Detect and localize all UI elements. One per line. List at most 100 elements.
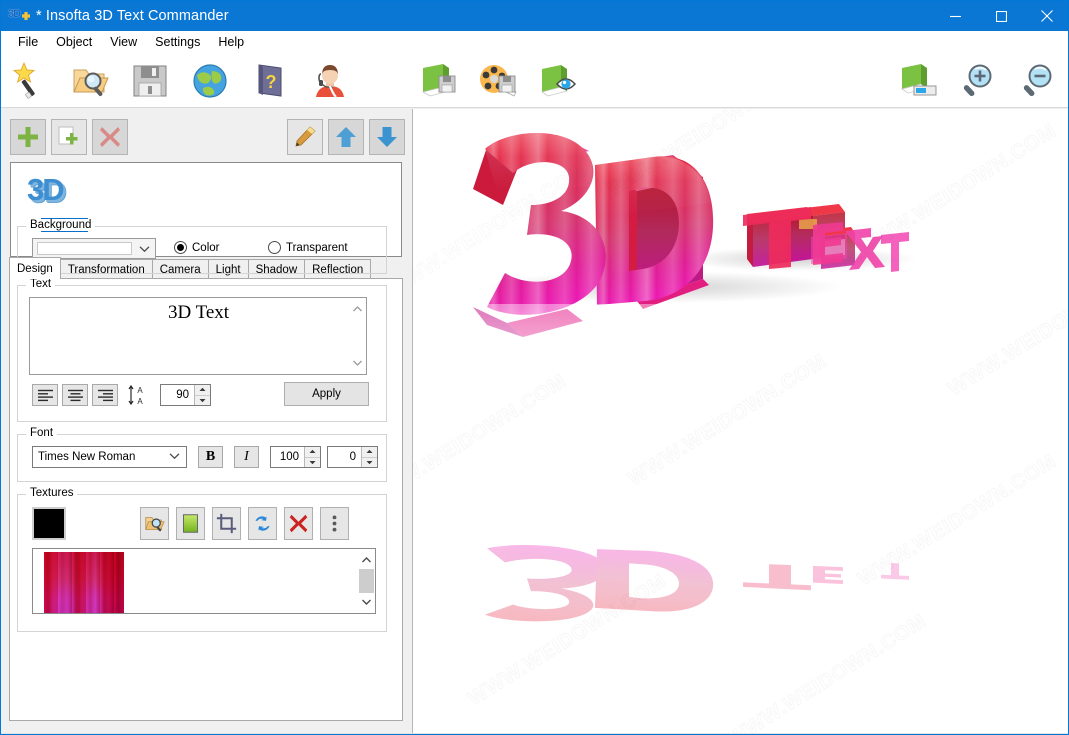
window-title: * Insofta 3D Text Commander bbox=[36, 8, 229, 24]
zoom-in-button[interactable] bbox=[955, 58, 1001, 103]
svg-text:A: A bbox=[137, 397, 143, 406]
edit-object-button[interactable] bbox=[287, 119, 323, 155]
gradient-texture-button[interactable] bbox=[176, 507, 205, 540]
object-toolbar bbox=[10, 119, 402, 157]
save-image-button[interactable] bbox=[415, 58, 461, 103]
italic-button[interactable]: I bbox=[234, 446, 259, 468]
svg-text:A: A bbox=[137, 386, 143, 395]
scroll-down-icon[interactable] bbox=[361, 593, 372, 611]
export-progress-icon bbox=[897, 60, 939, 102]
scroll-up-icon[interactable] bbox=[352, 300, 363, 318]
new-wizard-button[interactable] bbox=[7, 58, 53, 103]
line-spacing-stepper[interactable]: 90 bbox=[160, 384, 211, 406]
background-color-radio[interactable]: Color bbox=[174, 241, 219, 254]
scrollbar-thumb[interactable] bbox=[359, 569, 374, 593]
duplicate-object-button[interactable] bbox=[51, 119, 87, 155]
menu-object[interactable]: Object bbox=[47, 32, 101, 52]
remove-texture-button[interactable] bbox=[284, 507, 313, 540]
save-image-icon bbox=[417, 60, 459, 102]
add-object-button[interactable] bbox=[10, 119, 46, 155]
bold-button[interactable]: B bbox=[198, 446, 223, 468]
floppy-disk-icon bbox=[130, 61, 170, 101]
radio-transparent-icon bbox=[268, 241, 281, 254]
background-transparent-radio[interactable]: Transparent bbox=[268, 241, 348, 254]
chevron-down-icon bbox=[169, 451, 180, 463]
save-project-button[interactable] bbox=[127, 58, 173, 103]
delete-object-button[interactable] bbox=[92, 119, 128, 155]
open-folder-search-icon bbox=[144, 513, 165, 534]
export-progress-button[interactable] bbox=[895, 58, 941, 103]
radio-color-icon bbox=[174, 241, 187, 254]
texture-color-swatch[interactable] bbox=[32, 507, 66, 540]
menu-settings[interactable]: Settings bbox=[146, 32, 209, 52]
menu-view[interactable]: View bbox=[101, 32, 146, 52]
font-spacing-up-icon[interactable] bbox=[362, 447, 377, 458]
open-folder-search-icon bbox=[70, 61, 110, 101]
font-group-title: Font bbox=[26, 427, 57, 439]
font-family-dropdown[interactable]: Times New Roman bbox=[32, 446, 187, 468]
preview-button[interactable] bbox=[535, 58, 581, 103]
help-book-icon: ? bbox=[250, 61, 290, 101]
background-color-dropdown[interactable] bbox=[32, 238, 156, 259]
apply-button[interactable]: Apply bbox=[284, 382, 369, 406]
texture-options-button[interactable] bbox=[320, 507, 349, 540]
text-scrollbar[interactable] bbox=[349, 297, 367, 375]
menu-help[interactable]: Help bbox=[209, 32, 253, 52]
magic-wand-icon bbox=[10, 61, 50, 101]
window-bottom-edge bbox=[1, 733, 1068, 734]
x-red-icon bbox=[288, 513, 309, 534]
plus-green-icon bbox=[16, 125, 40, 149]
object-thumbnail: 3D bbox=[27, 172, 63, 208]
web-button[interactable] bbox=[187, 58, 233, 103]
line-spacing-up-icon[interactable] bbox=[195, 385, 210, 396]
align-center-icon bbox=[67, 389, 84, 402]
font-size-up-icon[interactable] bbox=[305, 447, 320, 458]
font-family-value: Times New Roman bbox=[38, 451, 135, 463]
font-spacing-down-icon[interactable] bbox=[362, 458, 377, 468]
font-size-value: 100 bbox=[271, 451, 304, 463]
font-size-stepper[interactable]: 100 bbox=[270, 446, 321, 468]
font-spacing-stepper[interactable]: 0 bbox=[327, 446, 378, 468]
align-left-button[interactable] bbox=[32, 384, 58, 406]
help-button[interactable]: ? bbox=[247, 58, 293, 103]
left-panel: 3D 3D Text Design Transformation Camera … bbox=[1, 109, 411, 735]
maximize-button[interactable] bbox=[978, 1, 1024, 31]
minimize-button[interactable] bbox=[932, 1, 978, 31]
zoom-out-button[interactable] bbox=[1015, 58, 1061, 103]
text-input[interactable]: 3D Text bbox=[29, 297, 367, 375]
background-group-title: Background bbox=[26, 219, 95, 231]
refresh-swap-icon bbox=[252, 513, 273, 534]
copy-plus-icon bbox=[57, 125, 81, 149]
menu-file[interactable]: File bbox=[9, 32, 47, 52]
title-bar: 3D * Insofta 3D Text Commander bbox=[1, 1, 1069, 31]
application-window: 3D * Insofta 3D Text Commander File Obje… bbox=[0, 0, 1069, 735]
crop-texture-button[interactable] bbox=[212, 507, 241, 540]
align-left-icon bbox=[37, 389, 54, 402]
window-controls bbox=[932, 1, 1069, 31]
save-animation-button[interactable] bbox=[475, 58, 521, 103]
globe-icon bbox=[190, 61, 230, 101]
font-size-down-icon[interactable] bbox=[305, 458, 320, 468]
text-input-value: 3D Text bbox=[168, 302, 229, 324]
background-color-swatch bbox=[37, 242, 132, 255]
refresh-texture-button[interactable] bbox=[248, 507, 277, 540]
preview-canvas[interactable]: 3D Text bbox=[412, 109, 1068, 735]
texture-list[interactable] bbox=[32, 548, 358, 614]
texture-scrollbar[interactable] bbox=[358, 548, 376, 614]
move-down-button[interactable] bbox=[369, 119, 405, 155]
zoom-in-icon bbox=[958, 61, 998, 101]
crop-icon bbox=[216, 513, 237, 534]
scroll-up-icon[interactable] bbox=[361, 551, 372, 569]
move-up-button[interactable] bbox=[328, 119, 364, 155]
line-spacing-down-icon[interactable] bbox=[195, 396, 210, 406]
load-texture-button[interactable] bbox=[140, 507, 169, 540]
align-right-button[interactable] bbox=[92, 384, 118, 406]
tab-design[interactable]: Design bbox=[9, 257, 61, 279]
scroll-down-icon[interactable] bbox=[352, 354, 363, 372]
texture-thumbnail[interactable] bbox=[44, 552, 124, 613]
font-spacing-value: 0 bbox=[328, 451, 361, 463]
support-button[interactable] bbox=[307, 58, 353, 103]
align-center-button[interactable] bbox=[62, 384, 88, 406]
close-button[interactable] bbox=[1024, 1, 1069, 31]
open-project-button[interactable] bbox=[67, 58, 113, 103]
